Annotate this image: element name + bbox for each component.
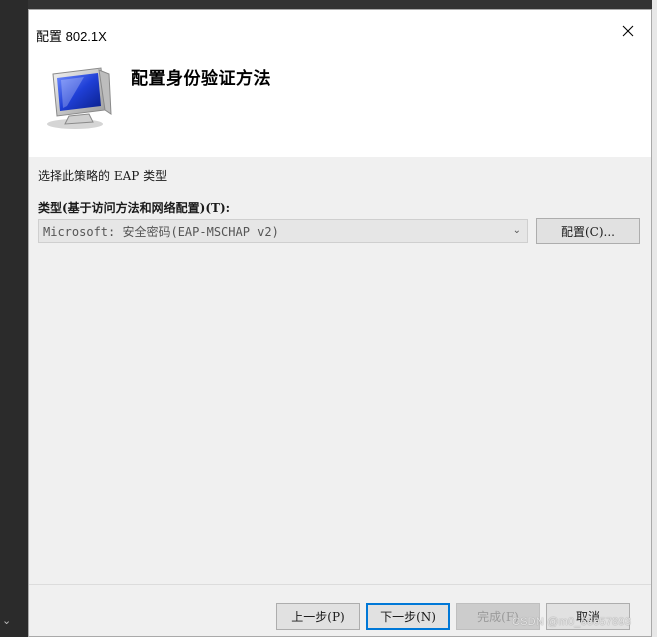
computer-monitor-icon	[47, 67, 112, 129]
dialog-footer: 上一步(P) 下一步(N) 完成(F) 取消	[29, 584, 651, 636]
eap-type-select[interactable]: Microsoft: 安全密码(EAP-MSCHAP v2) ⌄	[38, 219, 528, 243]
left-chevron-icon: ⌄	[2, 614, 12, 627]
watermark: CSDN @m0_66057893	[512, 616, 632, 628]
configure-button[interactable]: 配置(C)...	[536, 218, 640, 244]
page-title: 配置身份验证方法	[131, 69, 271, 89]
close-button[interactable]	[605, 14, 651, 48]
chevron-down-icon: ⌄	[512, 225, 521, 236]
previous-button[interactable]: 上一步(P)	[276, 603, 360, 630]
background-right-strip	[652, 0, 657, 637]
background-left-strip: ⌄	[0, 0, 28, 637]
window-title: 配置 802.1X	[36, 29, 107, 44]
configure-8021x-dialog: 配置 802.1X 配置身份验证方法 选择此策略的 EAP 类型 类型(基于访问…	[28, 9, 652, 637]
title-bar: 配置 802.1X	[29, 10, 651, 50]
eap-type-selected-value: Microsoft: 安全密码(EAP-MSCHAP v2)	[43, 224, 279, 239]
close-icon	[622, 25, 634, 37]
header-band: 配置身份验证方法	[29, 50, 651, 157]
policy-description: 选择此策略的 EAP 类型	[38, 169, 168, 183]
eap-type-label: 类型(基于访问方法和网络配置)(T):	[38, 201, 231, 215]
background-top-strip	[28, 0, 657, 9]
next-button[interactable]: 下一步(N)	[366, 603, 450, 630]
content-area: 选择此策略的 EAP 类型 类型(基于访问方法和网络配置)(T): Micros…	[29, 157, 651, 584]
